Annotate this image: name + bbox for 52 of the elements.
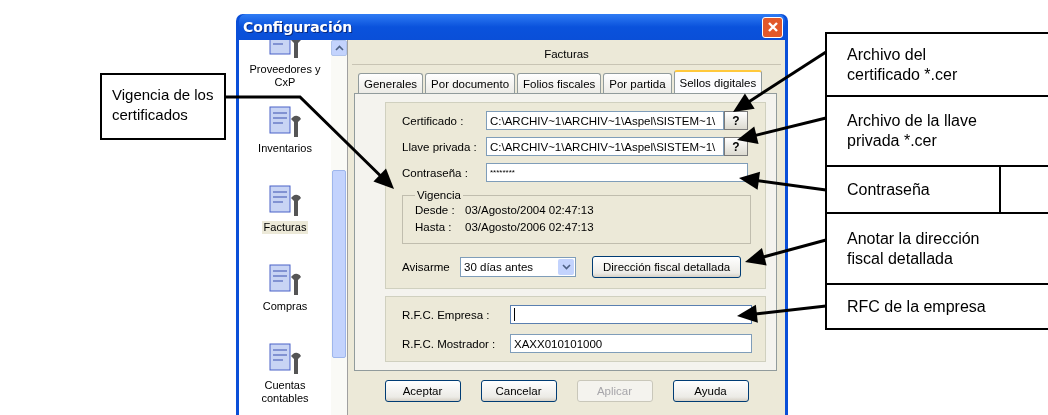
tab[interactable]: Por partida [603,73,672,93]
group-title: Vigencia [416,189,462,201]
browse-button[interactable]: ? [724,111,748,130]
chevron-down-icon [561,264,571,270]
scroll-up-button[interactable] [331,40,347,56]
browse-button[interactable]: ? [724,137,748,156]
field-label: Desde : [415,204,456,216]
tab[interactable]: Generales [358,73,424,93]
scroll-thumb[interactable] [332,170,346,358]
input-field[interactable]: XAXX010101000 [510,334,752,353]
document-wrench-icon[interactable] [267,342,303,376]
input-field[interactable]: C:\ARCHIV~1\ARCHIV~1\Aspel\SISTEM~1\ [486,111,724,130]
field-label: R.F.C. Empresa : [402,308,491,321]
field-label: Llave privada : [402,140,478,153]
document-wrench-icon[interactable] [267,263,303,297]
close-icon [766,21,779,33]
callout-label: Vigencia de los certificados [100,73,226,140]
scrollbar[interactable] [331,40,347,415]
callout-label: Anotar la dirección fiscal detallada [846,228,981,269]
field-label: Avisarme [402,261,451,273]
tab[interactable]: Por documento [425,73,516,93]
date-value: 03/Agosto/2004 02:47:13 [465,204,594,216]
tab[interactable]: Folios fiscales [517,73,602,93]
window-title: Configuración [243,19,353,35]
section-header: Facturas [352,44,781,65]
document-wrench-icon[interactable] [267,105,303,139]
field-label: Certificado : [402,114,465,127]
chevron-up-icon [334,45,344,51]
input-field[interactable] [510,305,752,324]
field-label: Contraseña : [402,166,469,179]
callout-label: RFC de la empresa [846,296,987,317]
callout-label: Archivo del certificado *.cer [846,44,959,85]
close-button[interactable] [762,16,783,38]
sidebar-item[interactable]: Inventarios [244,142,326,155]
document-wrench-icon[interactable] [267,184,303,218]
callout-label: Contraseña [846,179,931,200]
sidebar-item[interactable]: Proveedores y CxP [244,63,326,89]
dropdown[interactable]: 30 días antes [460,257,576,277]
field-label: R.F.C. Mostrador : [402,337,497,350]
dialog-button[interactable]: Ayuda [672,380,749,402]
sidebar-item[interactable]: Cuentas contables [244,379,326,405]
sidebar-item[interactable]: Facturas [261,221,309,234]
password-field[interactable]: ******** [486,163,748,182]
dialog-button[interactable]: Cancelar [480,380,557,402]
sidebar-item[interactable]: Compras [244,300,326,313]
tab[interactable]: Sellos digitales [673,70,763,93]
callout-label: Archivo de la llave privada *.cer [846,111,978,151]
dialog-button[interactable]: Aceptar [384,380,461,402]
date-value: 03/Agosto/2006 02:47:13 [465,221,594,233]
input-field[interactable]: C:\ARCHIV~1\ARCHIV~1\Aspel\SISTEM~1\ [486,137,724,156]
field-label: Hasta : [415,221,453,233]
address-button[interactable]: Dirección fiscal detallada [592,256,742,278]
